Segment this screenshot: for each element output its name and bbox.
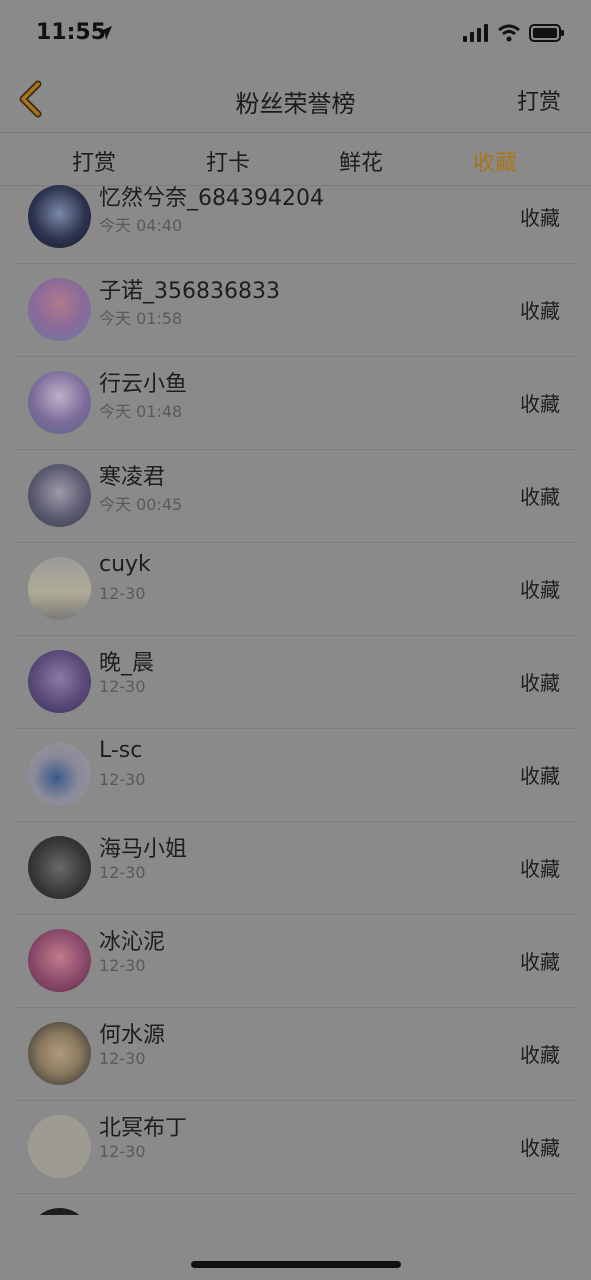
list-item[interactable]: 忆然兮奈_684394204 今天 04:40 收藏 [14, 185, 576, 264]
tab-bar: 打赏 打卡 鲜花 收藏 [0, 133, 591, 186]
timestamp: 12-30 [99, 677, 146, 696]
avatar [28, 836, 91, 899]
user-name: 北冥布丁 [99, 1116, 188, 1141]
list-item[interactable]: 子诺_356836833 今天 01:58 收藏 [14, 263, 576, 357]
timestamp: 12-30 [99, 863, 146, 882]
status-indicators [463, 24, 565, 42]
avatar [28, 929, 91, 992]
avatar [28, 464, 91, 527]
list-item[interactable] [14, 1193, 576, 1215]
list-item[interactable]: 行云小鱼 今天 01:48 收藏 [14, 356, 576, 450]
status-time: 11:55 [36, 20, 107, 45]
timestamp: 今天 01:48 [99, 402, 183, 421]
battery-icon [529, 24, 564, 42]
user-name: 子诺_356836833 [99, 279, 280, 304]
status-bar: 11:55 [0, 0, 591, 70]
user-name: cuyk [99, 552, 151, 577]
avatar [28, 371, 91, 434]
timestamp: 12-30 [99, 956, 146, 975]
avatar [28, 1115, 91, 1178]
user-name: 行云小鱼 [99, 372, 188, 397]
signal-icon [463, 24, 488, 42]
timestamp: 12-30 [99, 584, 146, 603]
timestamp: 今天 01:58 [99, 309, 183, 328]
list-item[interactable]: 何水源 12-30 收藏 [14, 1007, 576, 1101]
location-arrow-icon [98, 26, 112, 40]
list-item[interactable]: 寒凌君 今天 00:45 收藏 [14, 449, 576, 543]
user-name: L-sc [99, 738, 143, 763]
user-name: 何水源 [99, 1023, 166, 1048]
wifi-icon [498, 24, 520, 42]
timestamp: 12-30 [99, 1142, 146, 1161]
avatar [28, 1022, 91, 1085]
list-item[interactable]: 冰沁泥 12-30 收藏 [14, 914, 576, 1008]
list-item[interactable]: 晚_晨 12-30 收藏 [14, 635, 576, 729]
fan-list: 忆然兮奈_684394204 今天 04:40 收藏 子诺_356836833 … [0, 185, 591, 1215]
timestamp: 今天 04:40 [99, 216, 183, 235]
page-title: 粉丝荣誉榜 [235, 90, 356, 118]
avatar [28, 650, 91, 713]
user-name: 寒凌君 [99, 465, 166, 490]
action-label: 收藏 [520, 857, 560, 881]
user-name: 海马小姐 [99, 837, 188, 862]
nav-bar: 粉丝荣誉榜 打赏 [0, 70, 591, 133]
timestamp: 今天 00:45 [99, 495, 183, 514]
user-name: 忆然兮奈_684394204 [99, 186, 324, 211]
tab-reward[interactable]: 打赏 [72, 145, 116, 177]
action-label: 收藏 [520, 950, 560, 974]
action-label: 收藏 [520, 392, 560, 416]
tab-checkin[interactable]: 打卡 [206, 145, 250, 177]
timestamp: 12-30 [99, 770, 146, 789]
reward-button[interactable]: 打赏 [517, 84, 561, 116]
action-label: 收藏 [520, 764, 560, 788]
tab-favorites[interactable]: 收藏 [473, 145, 517, 177]
list-item[interactable]: cuyk 12-30 收藏 [14, 542, 576, 636]
action-label: 收藏 [520, 485, 560, 509]
action-label: 收藏 [520, 578, 560, 602]
action-label: 收藏 [520, 1043, 560, 1067]
user-name: 晚_晨 [99, 651, 155, 676]
tab-flowers[interactable]: 鲜花 [339, 145, 383, 177]
avatar [28, 185, 91, 248]
avatar [28, 278, 91, 341]
timestamp: 12-30 [99, 1049, 146, 1068]
avatar [28, 1208, 91, 1215]
action-label: 收藏 [520, 1136, 560, 1160]
action-label: 收藏 [520, 299, 560, 323]
avatar [28, 743, 91, 806]
action-label: 收藏 [520, 671, 560, 695]
list-item[interactable]: L-sc 12-30 收藏 [14, 728, 576, 822]
user-name: 冰沁泥 [99, 930, 166, 955]
home-indicator[interactable] [191, 1261, 401, 1268]
list-item[interactable]: 海马小姐 12-30 收藏 [14, 821, 576, 915]
action-label: 收藏 [520, 206, 560, 230]
list-item[interactable]: 北冥布丁 12-30 收藏 [14, 1100, 576, 1194]
avatar [28, 557, 91, 620]
